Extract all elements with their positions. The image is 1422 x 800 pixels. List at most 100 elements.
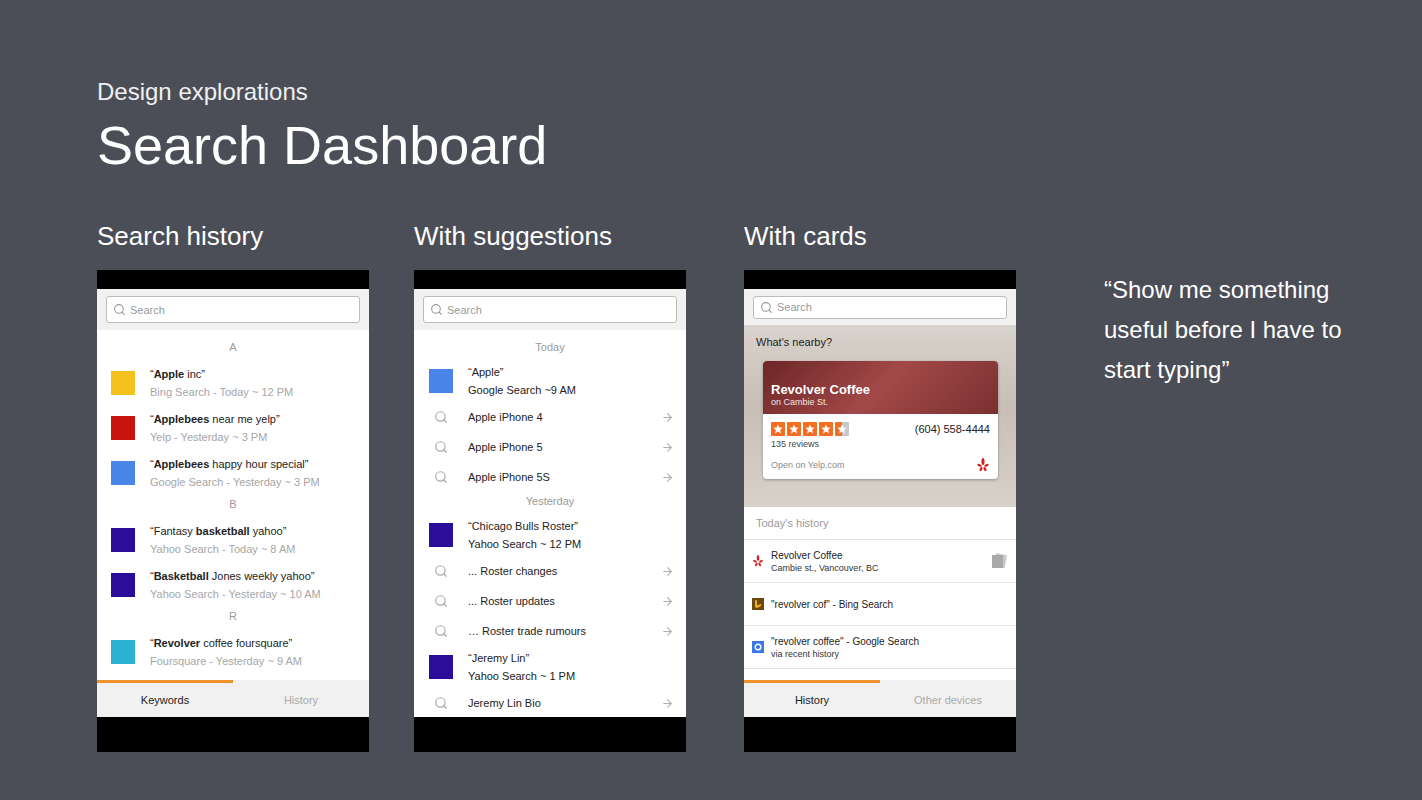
status-bar xyxy=(97,270,369,289)
history-heading: Today's history xyxy=(744,507,1016,540)
history-row[interactable]: Revolver CoffeeCambie st., Vancouver, BC xyxy=(744,540,1016,583)
day-heading: Today xyxy=(414,338,686,360)
history-row[interactable]: “Basketball Jones weekly yahoo” Yahoo Sea… xyxy=(97,562,369,607)
bottom-bar xyxy=(414,717,686,752)
star-icon xyxy=(837,424,847,434)
tab-bar: HistoryOther devices xyxy=(744,680,1016,717)
history-row[interactable]: "revolver cof" - Bing Search xyxy=(744,583,1016,626)
keyword-group: A“Apple inc”Bing Search - Today ~ 12 PM“… xyxy=(97,338,369,495)
yelp-icon xyxy=(976,458,990,472)
query-text: “Jeremy Lin” xyxy=(468,651,674,665)
screen: Search What's nearby? Revolver Coffeeon Ca… xyxy=(744,289,1016,717)
status-bar xyxy=(744,270,1016,289)
query-text: “Revolver coffee foursquare” xyxy=(150,636,357,650)
phone-screen: Search A“Apple inc”Bing Search - Today ~ … xyxy=(97,270,369,752)
magnifier-icon xyxy=(760,301,773,314)
star-rating xyxy=(771,422,849,436)
query-meta: Bing Search - Today ~ 12 PM xyxy=(150,385,357,399)
search-placeholder: Search xyxy=(130,304,165,316)
suggestion-row[interactable]: ... Roster changes xyxy=(414,556,686,586)
star-box xyxy=(835,422,849,436)
phone-screen: Search Today“Apple”Google Search ~9 AM App… xyxy=(414,270,686,752)
bing-icon xyxy=(752,598,764,610)
suggestion-row[interactable]: ... Roster updates xyxy=(414,586,686,616)
query-text: “Basketball Jones weekly yahoo” xyxy=(150,569,357,583)
suggestion-row[interactable]: Apple iPhone 5 xyxy=(414,432,686,462)
query-meta: Yahoo Search - Yesterday ~ 10 AM xyxy=(150,587,357,601)
history-row[interactable]: “Applebees near me yelp”Yelp - Yesterday… xyxy=(97,405,369,450)
group-letter: A xyxy=(97,338,369,360)
tab[interactable]: History xyxy=(744,680,880,717)
arrow-right-icon[interactable] xyxy=(661,411,674,424)
place-photo: Revolver Coffeeon Cambie St. xyxy=(763,361,998,414)
arrow-right-icon[interactable] xyxy=(661,697,674,710)
source-swatch xyxy=(111,640,135,664)
saved-page-icon[interactable] xyxy=(990,552,1008,570)
query-text: “Applebees near me yelp” xyxy=(150,412,357,426)
suggestion-text: ... Roster updates xyxy=(468,594,646,608)
query-text: “Chicago Bulls Roster” xyxy=(468,519,674,533)
search-area: Search xyxy=(97,289,369,330)
search-icon xyxy=(434,564,448,578)
suggestion-row[interactable]: Apple iPhone 4 xyxy=(414,402,686,432)
query-meta: Yahoo Search ~ 12 PM xyxy=(468,537,674,551)
place-phone[interactable]: (604) 558-4444 xyxy=(915,423,990,435)
slide-title: Search Dashboard xyxy=(97,114,1422,176)
query-meta: Yahoo Search ~ 1 PM xyxy=(468,669,674,683)
query-row[interactable]: “Jeremy Lin” Yahoo Search ~ 1 PM xyxy=(414,646,686,688)
day-heading: Yesterday xyxy=(414,492,686,514)
query-row[interactable]: “Apple”Google Search ~9 AM xyxy=(414,360,686,402)
slide-eyebrow: Design explorations xyxy=(97,78,1422,106)
search-icon xyxy=(434,470,448,484)
query-meta: Yahoo Search - Today ~ 8 AM xyxy=(150,542,357,556)
day-group: Today“Apple”Google Search ~9 AM Apple iPh… xyxy=(414,338,686,492)
history-row[interactable]: “Applebees happy hour special”Google Sea… xyxy=(97,450,369,495)
source-swatch xyxy=(111,528,135,552)
suggestion-row[interactable]: Apple iPhone 5S xyxy=(414,462,686,492)
search-field[interactable]: Search xyxy=(106,296,360,323)
history-row[interactable]: "revolver coffee" - Google Searchvia rec… xyxy=(744,626,1016,669)
suggestion-row[interactable]: Jeremy Lin Bio xyxy=(414,688,686,717)
tab[interactable]: Other devices xyxy=(880,680,1016,717)
search-icon xyxy=(434,624,448,638)
group-letter: R xyxy=(97,607,369,629)
arrow-right-icon[interactable] xyxy=(661,471,674,484)
open-link[interactable]: Open on Yelp.com xyxy=(771,460,845,470)
search-icon xyxy=(434,440,448,454)
screen: Search A“Apple inc”Bing Search - Today ~ … xyxy=(97,289,369,717)
suggestion-row[interactable]: … Roster trade rumours xyxy=(414,616,686,646)
history-row[interactable]: “Apple inc”Bing Search - Today ~ 12 PM xyxy=(97,360,369,405)
arrow-right-icon[interactable] xyxy=(661,625,674,638)
user-quote: “Show me something useful before I have … xyxy=(1104,270,1389,752)
history-title: "revolver cof" - Bing Search xyxy=(771,598,1008,611)
source-swatch xyxy=(111,461,135,485)
phone-screen: Search What's nearby? Revolver Coffeeon Ca… xyxy=(744,270,1016,752)
query-meta: Google Search ~9 AM xyxy=(468,383,674,397)
source-swatch xyxy=(111,573,135,597)
search-placeholder: Search xyxy=(777,301,812,313)
history-row[interactable]: “Fantasy basketball yahoo”Yahoo Search -… xyxy=(97,517,369,562)
source-swatch xyxy=(429,655,453,679)
bottom-bar xyxy=(97,717,369,752)
arrow-right-icon[interactable] xyxy=(661,441,674,454)
star-icon xyxy=(773,424,783,434)
nearby-heading: What's nearby? xyxy=(756,335,998,349)
query-row[interactable]: “Chicago Bulls Roster” Yahoo Search ~ 12 … xyxy=(414,514,686,556)
tab[interactable]: Keywords xyxy=(97,680,233,717)
yelp-icon xyxy=(752,555,764,567)
search-field[interactable]: Search xyxy=(423,296,677,323)
arrow-right-icon[interactable] xyxy=(661,595,674,608)
column-label: Search history xyxy=(97,219,414,253)
place-name: Revolver Coffee xyxy=(771,382,990,397)
history-row[interactable]: “Revolver coffee foursquare”Foursquare -… xyxy=(97,629,369,674)
search-field[interactable]: Search xyxy=(753,296,1007,319)
suggestion-text: Apple iPhone 4 xyxy=(468,410,646,424)
tab[interactable]: History xyxy=(233,680,369,717)
google-icon xyxy=(752,641,764,653)
history-title: "revolver coffee" - Google Search xyxy=(771,635,1008,648)
column-label: With suggestions xyxy=(414,219,744,253)
star-box xyxy=(771,422,785,436)
arrow-right-icon[interactable] xyxy=(661,565,674,578)
history-sub: via recent history xyxy=(771,649,1008,660)
place-card[interactable]: Revolver Coffeeon Cambie St. (604) 558-44… xyxy=(763,361,998,479)
